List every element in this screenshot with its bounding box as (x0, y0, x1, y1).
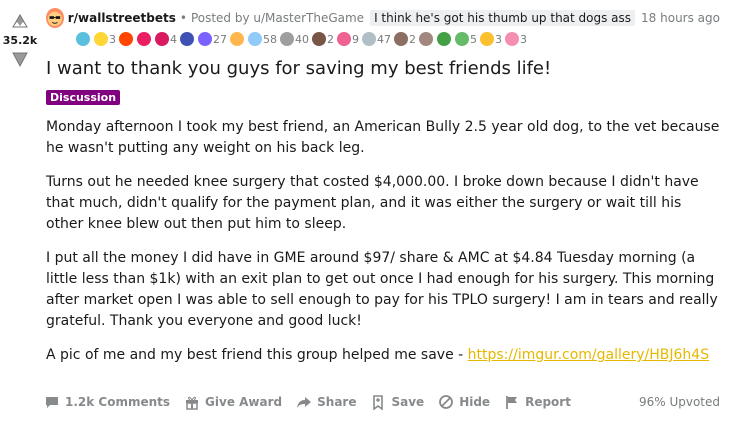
rocket-award-icon (198, 32, 212, 46)
award[interactable] (419, 32, 434, 46)
award-count: 58 (263, 32, 277, 46)
hide-icon (439, 395, 454, 409)
award-count: 9 (352, 32, 359, 46)
doge-award-icon (419, 32, 433, 46)
post-meta: r/wallstreetbets • Posted by u/MasterThe… (46, 8, 720, 28)
imgur-link[interactable]: https://imgur.com/gallery/HBJ6h4S (468, 347, 709, 363)
award[interactable]: 4 (155, 32, 177, 46)
award[interactable] (437, 32, 452, 46)
award-count: 4 (170, 32, 177, 46)
award-count: 27 (213, 32, 227, 46)
body-paragraph: Turns out he needed knee surgery that co… (46, 174, 699, 232)
award[interactable]: 3 (480, 32, 502, 46)
report-button[interactable]: Report (504, 394, 571, 410)
gift-award-icon (155, 32, 169, 46)
award-count: 2 (327, 32, 334, 46)
award[interactable]: 5 (455, 32, 477, 46)
this-award-icon (394, 32, 408, 46)
bravo-award-icon (362, 32, 376, 46)
body-paragraph: A pic of me and my best friend this grou… (46, 345, 720, 366)
award-count: 3 (495, 32, 502, 46)
upvote-arrow-icon[interactable] (10, 10, 30, 30)
comment-icon (46, 397, 58, 408)
award[interactable]: 3 (505, 32, 527, 46)
body-paragraph: I put all the money I did have in GME ar… (46, 250, 718, 329)
award-count: 3 (520, 32, 527, 46)
user-flair: I think he's got his thumb up that dogs … (370, 10, 636, 26)
report-label: Report (525, 395, 571, 409)
helpful-award-icon (248, 32, 262, 46)
award[interactable] (137, 32, 152, 46)
award-count: 3 (109, 32, 116, 46)
post-content: r/wallstreetbets • Posted by u/MasterThe… (46, 0, 720, 379)
award[interactable] (119, 32, 134, 46)
award-count: 5 (470, 32, 477, 46)
comments-button[interactable]: 1.2k Comments (44, 394, 170, 410)
award[interactable]: 3 (94, 32, 116, 46)
take-my-energy-award-icon (180, 32, 194, 46)
flag-icon (506, 396, 518, 409)
award-count: 2 (409, 32, 416, 46)
award[interactable] (180, 32, 195, 46)
award[interactable] (230, 32, 245, 46)
give-award-button[interactable]: Give Award (184, 394, 282, 410)
subreddit-icon[interactable] (46, 8, 64, 28)
puppy-award-icon (505, 32, 519, 46)
award[interactable]: 9 (337, 32, 359, 46)
hugz-award-icon (230, 32, 244, 46)
share-icon (297, 397, 312, 408)
give-award-label: Give Award (205, 395, 283, 409)
comments-label: 1.2k Comments (65, 395, 171, 409)
award-count: 47 (377, 32, 391, 46)
post-title[interactable]: I want to thank you guys for saving my b… (46, 58, 720, 80)
laughing-award-icon (76, 32, 90, 46)
gift-icon (186, 396, 199, 410)
award-count: 40 (295, 32, 309, 46)
awards-row[interactable]: 3 4 27 58 40 2 9 47 2 5 3 3 (76, 30, 720, 48)
award[interactable] (76, 32, 91, 46)
wholesome-award-icon (137, 32, 151, 46)
separator-dot: • (179, 11, 187, 25)
downvote-arrow-icon[interactable] (10, 50, 30, 70)
post-time[interactable]: 18 hours ago (641, 11, 720, 25)
share-button[interactable]: Share (296, 394, 356, 410)
gold-award-icon (94, 32, 108, 46)
save-button[interactable]: Save (370, 394, 424, 410)
body-text: A pic of me and my best friend this grou… (46, 347, 468, 363)
vote-score: 35.2k (2, 34, 38, 47)
award[interactable]: 27 (198, 32, 227, 46)
save-label: Save (391, 395, 425, 409)
award[interactable]: 2 (394, 32, 416, 46)
subreddit-name[interactable]: r/wallstreetbets (68, 11, 176, 25)
post-flair[interactable]: Discussion (46, 90, 121, 105)
bookmark-icon (373, 395, 384, 410)
upvote-ratio: 96% Upvoted (638, 395, 720, 409)
diamond-hands-award-icon (312, 32, 326, 46)
share-label: Share (317, 395, 357, 409)
award[interactable]: 47 (362, 32, 391, 46)
stonks-award-icon (280, 32, 294, 46)
award[interactable]: 40 (280, 32, 309, 46)
vote-column: 35.2k (0, 0, 40, 70)
posted-by[interactable]: Posted by u/MasterTheGame (191, 11, 364, 25)
tree-hug-award-icon (437, 32, 451, 46)
award[interactable]: 2 (312, 32, 334, 46)
post-body: Monday afternoon I took my best friend, … (46, 117, 720, 366)
award[interactable]: 58 (248, 32, 277, 46)
wholesome-seal-award-icon (455, 32, 469, 46)
heart-eyes-award-icon (119, 32, 133, 46)
hide-button[interactable]: Hide (438, 394, 490, 410)
body-paragraph: Monday afternoon I took my best friend, … (46, 119, 720, 156)
post-actions: 1.2k Comments Give Award Share Save Hide… (44, 392, 720, 412)
heartwarming-award-icon (337, 32, 351, 46)
hide-label: Hide (459, 395, 491, 409)
sun-award-icon (480, 32, 494, 46)
